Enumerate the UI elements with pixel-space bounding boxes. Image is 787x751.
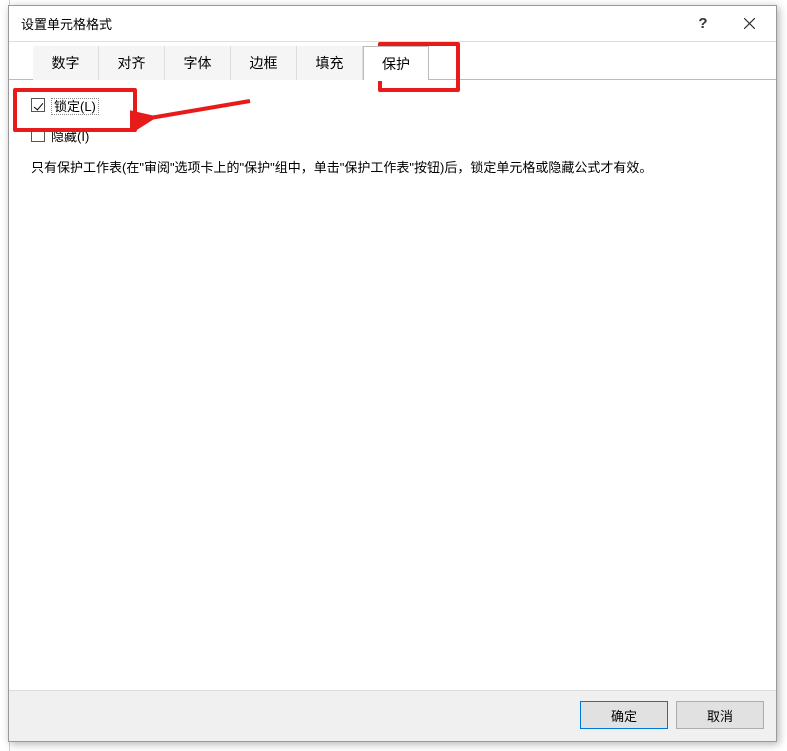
tab-border[interactable]: 边框: [231, 46, 297, 80]
cancel-button[interactable]: 取消: [676, 701, 764, 729]
dialog-titlebar: 设置单元格格式 ?: [9, 6, 776, 42]
tab-font[interactable]: 字体: [165, 46, 231, 80]
tab-number[interactable]: 数字: [33, 46, 99, 80]
dialog-body: 数字 对齐 字体 边框 填充 保护 锁定(L) 隐藏(I) 只有保护工作表(在"…: [9, 42, 776, 741]
format-cells-dialog: 设置单元格格式 ? 数字 对齐 字体 边框 填充 保护 锁定(L) 隐藏(I): [8, 5, 777, 742]
protection-description: 只有保护工作表(在"审阅"选项卡上的"保护"组中，单击"保护工作表"按钮)后，锁…: [31, 158, 762, 178]
close-button[interactable]: [726, 8, 772, 40]
help-button[interactable]: ?: [680, 8, 726, 40]
tab-fill[interactable]: 填充: [297, 46, 363, 80]
locked-checkbox-row[interactable]: 锁定(L): [31, 94, 762, 116]
locked-checkbox-label: 锁定(L): [51, 96, 99, 115]
dialog-title: 设置单元格格式: [21, 14, 680, 33]
tab-protection[interactable]: 保护: [363, 46, 429, 80]
tab-alignment[interactable]: 对齐: [99, 46, 165, 80]
hidden-checkbox-label: 隐藏(I): [51, 126, 89, 145]
close-icon: [744, 18, 755, 29]
tab-strip: 数字 对齐 字体 边框 填充 保护: [9, 46, 776, 80]
tab-content-protection: 锁定(L) 隐藏(I) 只有保护工作表(在"审阅"选项卡上的"保护"组中，单击"…: [9, 80, 776, 690]
locked-checkbox[interactable]: [31, 98, 45, 112]
dialog-buttons: 确定 取消: [9, 690, 776, 741]
hidden-checkbox-row[interactable]: 隐藏(I): [31, 124, 762, 146]
hidden-checkbox[interactable]: [31, 128, 45, 142]
ok-button[interactable]: 确定: [580, 701, 668, 729]
